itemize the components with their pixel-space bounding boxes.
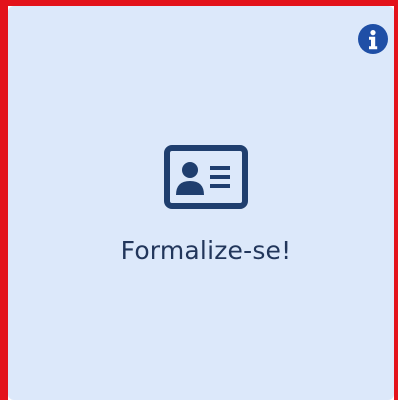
info-icon[interactable] bbox=[358, 24, 388, 54]
card-title: Formalize-se! bbox=[120, 236, 292, 265]
formalize-card[interactable]: Formalize-se! bbox=[8, 6, 394, 400]
id-card-icon bbox=[164, 145, 248, 209]
